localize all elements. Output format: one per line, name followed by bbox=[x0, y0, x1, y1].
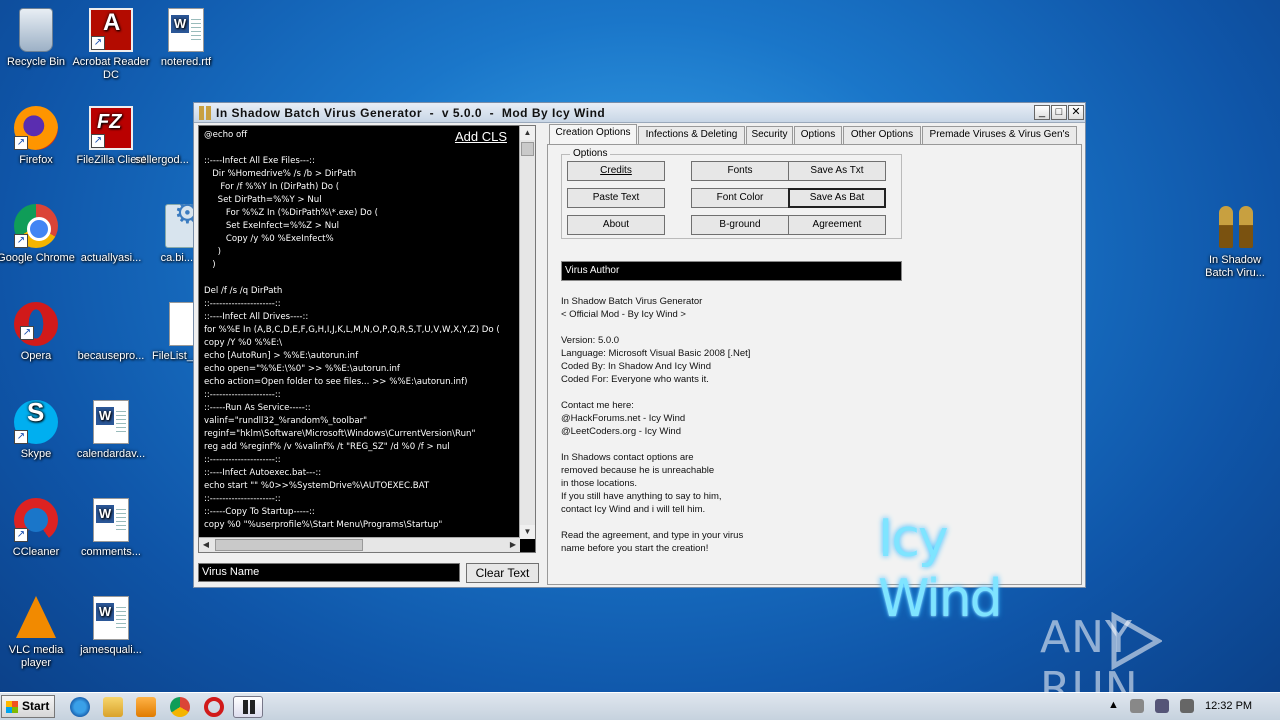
app-icon bbox=[199, 106, 211, 120]
bullets-icon bbox=[1205, 204, 1265, 248]
virus-author-input[interactable]: Virus Author bbox=[561, 261, 902, 281]
desktop-icon-becausepro[interactable]: becausepro... bbox=[72, 302, 150, 363]
options-group-label: Options bbox=[570, 148, 611, 159]
save-as-bat-button[interactable]: Save As Bat bbox=[788, 188, 886, 208]
opera-icon: ↗ bbox=[14, 302, 58, 346]
firefox-icon: ↗ bbox=[14, 106, 58, 150]
code-text[interactable]: @echo off ::----Infect All Exe Files---:… bbox=[204, 129, 519, 537]
tab-security[interactable]: Security bbox=[746, 126, 793, 144]
scroll-thumb[interactable] bbox=[521, 142, 534, 156]
word-document-icon bbox=[168, 8, 204, 52]
scroll-left-icon[interactable]: ◀ bbox=[199, 538, 213, 552]
acrobat-icon: ↗ bbox=[89, 8, 133, 52]
vertical-scrollbar[interactable]: ▲ ▼ bbox=[519, 126, 535, 539]
maximize-button[interactable]: □ bbox=[1051, 105, 1067, 120]
file-icon bbox=[143, 106, 187, 150]
desktop-icon-opera[interactable]: ↗ Opera bbox=[0, 302, 75, 363]
title-bar[interactable]: In Shadow Batch Virus Generator - v 5.0.… bbox=[194, 103, 1085, 123]
media-player-icon[interactable] bbox=[136, 697, 156, 717]
recycle-bin-icon bbox=[19, 8, 53, 52]
virus-generator-window: In Shadow Batch Virus Generator - v 5.0.… bbox=[193, 102, 1086, 629]
tab-premade-viruses[interactable]: Premade Viruses & Virus Gen's bbox=[922, 126, 1077, 144]
chrome-icon: ↗ bbox=[14, 204, 58, 248]
network-icon[interactable] bbox=[1155, 699, 1169, 713]
desktop-icon-notered[interactable]: notered.rtf bbox=[147, 8, 225, 69]
credits-button[interactable]: Credits bbox=[567, 161, 665, 181]
taskbar: Start ▲ 12:32 PM bbox=[0, 692, 1280, 720]
desktop-icon-ca[interactable]: ca.bi... bbox=[147, 204, 193, 265]
agreement-button[interactable]: Agreement bbox=[788, 215, 886, 235]
action-center-icon[interactable] bbox=[1130, 699, 1144, 713]
about-button[interactable]: About bbox=[567, 215, 665, 235]
save-as-txt-button[interactable]: Save As Txt bbox=[788, 161, 886, 181]
scroll-right-icon[interactable]: ▶ bbox=[506, 538, 520, 552]
volume-icon[interactable] bbox=[1180, 699, 1194, 713]
tab-other-options[interactable]: Other Options bbox=[843, 126, 921, 144]
file-icon bbox=[89, 204, 133, 248]
options-group: Options Credits Fonts Save As Txt Paste … bbox=[561, 148, 902, 239]
desktop-icon-actuallyasi[interactable]: actuallyasi... bbox=[72, 204, 150, 265]
desktop-icon-jamesquali[interactable]: jamesquali... bbox=[72, 596, 150, 657]
chrome-taskbar-icon[interactable] bbox=[170, 697, 190, 717]
desktop-icon-acrobat[interactable]: ↗ Acrobat Reader DC bbox=[72, 8, 150, 82]
code-editor[interactable]: @echo off ::----Infect All Exe Files---:… bbox=[198, 125, 536, 553]
clock[interactable]: 12:32 PM bbox=[1205, 700, 1252, 712]
filezilla-icon: ↗ bbox=[89, 106, 133, 150]
ie-icon[interactable] bbox=[70, 697, 90, 717]
scroll-up-icon[interactable]: ▲ bbox=[520, 126, 535, 140]
folder-icon[interactable] bbox=[103, 697, 123, 717]
tab-infections-deleting[interactable]: Infections & Deleting bbox=[638, 126, 745, 144]
icy-wind-logo: Icy Wind bbox=[878, 509, 1003, 629]
desktop-icon-ccleaner[interactable]: ↗ CCleaner bbox=[0, 498, 75, 559]
opera-taskbar-icon[interactable] bbox=[204, 697, 224, 717]
creation-options-panel: Options Credits Fonts Save As Txt Paste … bbox=[547, 144, 1082, 629]
desktop-icon-skype[interactable]: ↗ Skype bbox=[0, 400, 75, 461]
word-document-icon bbox=[93, 400, 129, 444]
add-cls-link[interactable]: Add CLS bbox=[455, 129, 507, 144]
file-icon bbox=[89, 302, 133, 346]
tab-creation-options[interactable]: Creation Options bbox=[549, 124, 637, 145]
desktop-icon-firefox[interactable]: ↗ Firefox bbox=[0, 106, 75, 167]
ccleaner-icon: ↗ bbox=[14, 498, 58, 542]
minimize-button[interactable]: _ bbox=[1034, 105, 1050, 120]
bullets-small-icon bbox=[243, 700, 255, 714]
gear-icon bbox=[165, 204, 193, 248]
font-color-button[interactable]: Font Color bbox=[691, 188, 789, 208]
paste-text-button[interactable]: Paste Text bbox=[567, 188, 665, 208]
desktop-icon-chrome[interactable]: ↗ Google Chrome bbox=[0, 204, 75, 265]
in-shadow-taskbar-button[interactable] bbox=[233, 696, 263, 718]
tray-expand-icon[interactable]: ▲ bbox=[1108, 699, 1120, 713]
desktop-icon-sellergod[interactable]: sellergod... bbox=[135, 106, 195, 167]
close-button[interactable]: ✕ bbox=[1068, 105, 1084, 120]
tab-options[interactable]: Options bbox=[794, 126, 842, 144]
desktop-icon-vlc[interactable]: VLC media player bbox=[0, 596, 75, 670]
desktop-icon-calendardav[interactable]: calendardav... bbox=[72, 400, 150, 461]
desktop-icon-in-shadow[interactable]: In Shadow Batch Viru... bbox=[1196, 204, 1274, 280]
window-title: In Shadow Batch Virus Generator - v 5.0.… bbox=[216, 106, 606, 120]
vlc-icon bbox=[16, 596, 56, 638]
hscroll-thumb[interactable] bbox=[215, 539, 363, 551]
word-document-icon bbox=[93, 498, 129, 542]
fonts-button[interactable]: Fonts bbox=[691, 161, 789, 181]
horizontal-scrollbar[interactable]: ◀ ▶ bbox=[199, 537, 520, 552]
virus-name-input[interactable]: Virus Name bbox=[198, 563, 460, 582]
skype-icon: ↗ bbox=[14, 400, 58, 444]
desktop-icon-filelist[interactable]: FileList_... bbox=[147, 302, 193, 363]
desktop-icon-comments[interactable]: comments... bbox=[72, 498, 150, 559]
text-file-icon bbox=[169, 302, 193, 346]
desktop-icon-recycle-bin[interactable]: Recycle Bin bbox=[0, 8, 75, 69]
background-button[interactable]: B-ground bbox=[691, 215, 789, 235]
word-document-icon bbox=[93, 596, 129, 640]
clear-text-button[interactable]: Clear Text bbox=[466, 563, 539, 583]
start-button[interactable]: Start bbox=[1, 695, 55, 718]
scroll-down-icon[interactable]: ▼ bbox=[520, 525, 535, 539]
